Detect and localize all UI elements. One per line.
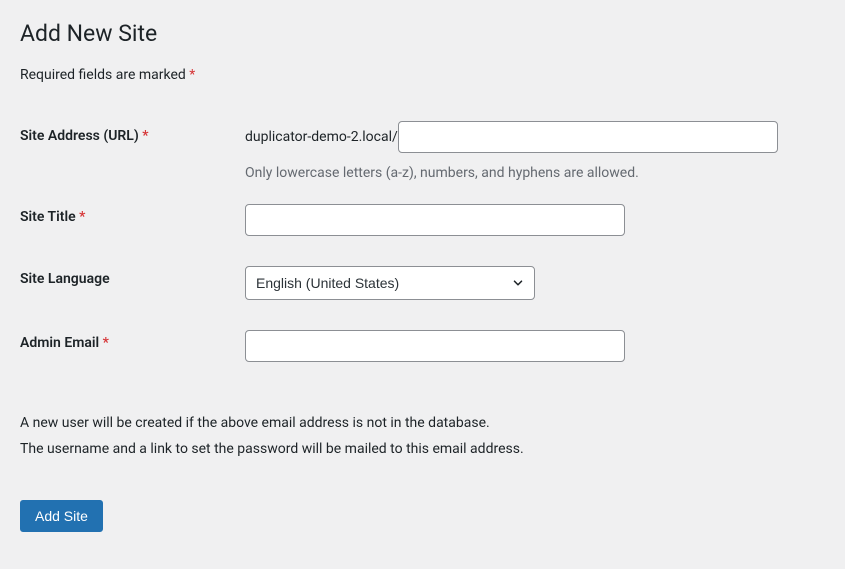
admin-email-input[interactable]	[245, 330, 625, 362]
add-site-button[interactable]: Add Site	[20, 500, 103, 532]
site-language-select[interactable]: English (United States)	[245, 266, 535, 300]
admin-email-label: Admin Email *	[20, 315, 245, 377]
required-fields-note: Required fields are marked *	[20, 67, 825, 83]
site-address-description: Only lowercase letters (a-z), numbers, a…	[245, 165, 815, 181]
site-address-input[interactable]	[398, 121, 778, 153]
required-asterisk: *	[142, 128, 148, 144]
helper-line-1: A new user will be created if the above …	[20, 412, 825, 434]
helper-line-2: The username and a link to set the passw…	[20, 438, 825, 460]
site-title-label: Site Title *	[20, 189, 245, 251]
required-asterisk: *	[79, 209, 85, 225]
form-table: Site Address (URL) * duplicator-demo-2.l…	[20, 113, 825, 377]
site-language-label: Site Language	[20, 251, 245, 315]
site-address-prefix: duplicator-demo-2.local/	[245, 129, 398, 145]
site-title-input[interactable]	[245, 204, 625, 236]
page-title: Add New Site	[20, 20, 825, 47]
required-asterisk: *	[189, 67, 195, 83]
site-address-label: Site Address (URL) *	[20, 113, 245, 189]
required-asterisk: *	[103, 335, 109, 351]
